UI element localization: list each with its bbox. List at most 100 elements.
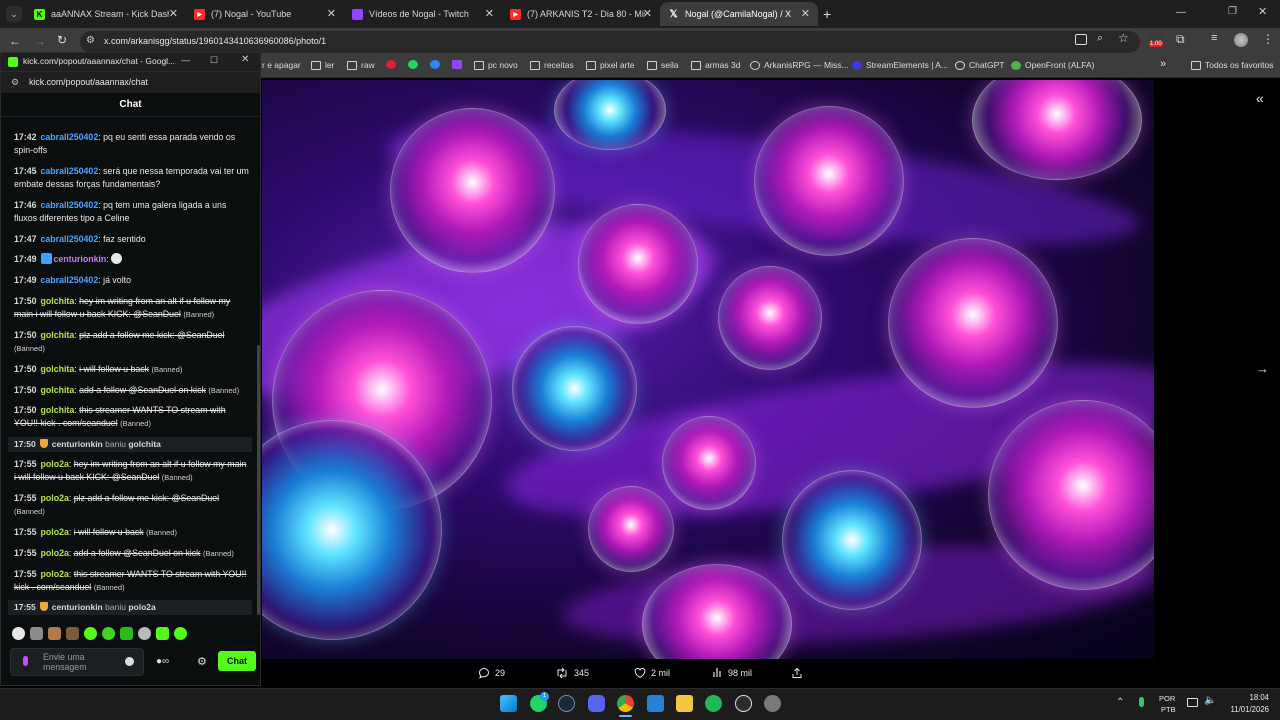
message-username[interactable]: golchita — [41, 405, 75, 415]
message-username[interactable]: centurionkin — [54, 254, 107, 264]
emoji-picker-icon[interactable] — [125, 657, 134, 666]
network-icon[interactable] — [1187, 698, 1198, 707]
chat-scrollbar[interactable] — [257, 345, 260, 615]
back-icon[interactable]: ← — [9, 34, 21, 48]
bookmark-messenger[interactable] — [430, 60, 444, 69]
popup-address-bar[interactable]: ⚙ kick.com/popout/aaannax/chat — [1, 71, 260, 93]
profile-avatar[interactable] — [1234, 33, 1248, 47]
new-tab-button[interactable]: + — [823, 6, 831, 22]
show-hidden-icons-icon[interactable]: ⌃ — [1116, 697, 1124, 708]
discord-icon[interactable] — [588, 695, 605, 712]
site-info-icon[interactable]: ⚙ — [11, 77, 19, 88]
microphone-tray-icon[interactable] — [1139, 697, 1144, 707]
tab-twitch-nogal[interactable]: Vídeos de Nogal - Twitch ✕ — [344, 2, 502, 26]
repost-button[interactable]: 345 — [555, 667, 589, 679]
site-info-icon[interactable]: ⚙ — [86, 35, 95, 46]
bookmark-red-circle[interactable] — [386, 60, 400, 69]
emote-icon[interactable] — [30, 627, 43, 640]
bookmark-openfront[interactable]: OpenFront (ALFA) — [1011, 60, 1094, 70]
zoom-icon[interactable]: ⌕ — [1097, 32, 1103, 45]
steam-icon[interactable] — [558, 695, 575, 712]
message-username[interactable]: golchita — [41, 385, 75, 395]
menu-icon[interactable]: ⋮ — [1262, 32, 1274, 46]
chat-message-input[interactable]: Envie uma mensagem — [10, 648, 144, 676]
bookmark-chatgpt[interactable]: ChatGPT — [955, 60, 1004, 70]
message-username[interactable]: cabrall250402 — [41, 132, 99, 142]
bookmark-arkanisrpg[interactable]: ArkanisRPG — Miss... — [750, 60, 849, 70]
file-explorer-icon[interactable] — [676, 695, 693, 712]
bookmark-ler[interactable]: ler — [311, 60, 334, 70]
extension-badge-icon[interactable]: 1.00 — [1148, 32, 1164, 48]
close-icon[interactable]: ✕ — [327, 7, 336, 20]
chat-users-icon[interactable]: ●∞ — [156, 656, 169, 667]
close-window-button[interactable]: ✕ — [1258, 5, 1267, 18]
bookmark-whatsapp[interactable] — [408, 60, 422, 69]
popup-maximize-button[interactable]: ☐ — [210, 55, 218, 66]
media-controls-icon[interactable]: ≡ — [1211, 32, 1217, 44]
emote-icon[interactable] — [48, 627, 61, 640]
message-username[interactable]: cabrall250402 — [41, 275, 99, 285]
start-menu-icon[interactable] — [500, 695, 517, 712]
obs-icon[interactable] — [735, 695, 752, 712]
chat-send-button[interactable]: Chat — [218, 651, 256, 671]
tab-youtube-nogal[interactable]: ▶ (7) Nogal - YouTube ✕ — [186, 2, 344, 26]
microphone-icon[interactable] — [23, 656, 28, 666]
emote-icon[interactable] — [12, 627, 25, 640]
clock-time[interactable]: 18:04 — [1221, 693, 1269, 702]
next-image-arrow-icon[interactable]: → — [1256, 361, 1269, 376]
reload-icon[interactable]: ↻ — [57, 33, 67, 47]
close-icon[interactable]: ✕ — [169, 7, 178, 20]
chat-settings-icon[interactable]: ⚙ — [197, 655, 207, 668]
message-username[interactable]: polo2a — [41, 569, 69, 579]
clock-date[interactable]: 11/01/2026 — [1221, 705, 1269, 714]
tab-x-nogal[interactable]: 𝕏 Nogal (@CamilaNogal) / X ✕ — [660, 2, 818, 26]
message-username[interactable]: golchita — [41, 296, 75, 306]
bookmark-pc-novo[interactable]: pc novo — [474, 60, 518, 70]
emote-icon[interactable] — [138, 627, 151, 640]
close-icon[interactable]: ✕ — [643, 7, 652, 20]
chrome-icon[interactable] — [617, 695, 634, 712]
bookmark-pixel-arte[interactable]: pixel arte — [586, 60, 635, 70]
emote-icon[interactable] — [102, 627, 115, 640]
message-username[interactable]: polo2a — [41, 527, 69, 537]
bookmark-streamelements[interactable]: StreamElements | A... — [852, 60, 948, 70]
popup-close-button[interactable]: ✕ — [241, 54, 249, 65]
more-bookmarks-button[interactable]: » — [1160, 58, 1166, 70]
volume-icon[interactable]: 🔈 — [1204, 695, 1216, 706]
spotify-icon[interactable] — [705, 695, 722, 712]
bookmark-twitch[interactable] — [452, 60, 466, 69]
emote-icon[interactable] — [84, 627, 97, 640]
message-username[interactable]: cabrall250402 — [41, 166, 99, 176]
minimize-button[interactable]: — — [1176, 7, 1186, 18]
tab-kick-dashboard[interactable]: K aaANNAX Stream - Kick Dashbo ✕ — [26, 2, 186, 26]
bookmark-armas-3d[interactable]: armas 3d — [691, 60, 740, 70]
emote-icon[interactable] — [174, 627, 187, 640]
install-app-icon[interactable] — [1075, 34, 1087, 45]
emote-icon[interactable] — [120, 627, 133, 640]
message-username[interactable]: cabrall250402 — [41, 234, 99, 244]
bookmark-seila[interactable]: seila — [647, 60, 678, 70]
close-icon[interactable]: ✕ — [485, 7, 494, 20]
maximize-button[interactable]: ❐ — [1228, 6, 1237, 17]
bookmark-receitas[interactable]: receitas — [530, 60, 574, 70]
share-button[interactable] — [791, 667, 808, 679]
message-username[interactable]: polo2a — [41, 459, 69, 469]
message-username[interactable]: polo2a — [41, 548, 69, 558]
bookmark-r-e-apagar[interactable]: r e apagar — [262, 60, 301, 70]
bookmark-raw[interactable]: raw — [347, 60, 375, 70]
forward-icon[interactable]: → — [34, 34, 46, 48]
popup-minimize-button[interactable]: — — [181, 55, 190, 65]
message-username[interactable]: cabrall250402 — [41, 200, 99, 210]
language-indicator-bottom[interactable]: PTB — [1161, 705, 1176, 714]
close-icon[interactable]: ✕ — [801, 7, 810, 20]
all-favorites-folder[interactable]: Todos os favoritos — [1191, 60, 1274, 70]
tab-search-button[interactable]: ⌄ — [6, 6, 22, 22]
extensions-icon[interactable]: ⧉ — [1176, 32, 1185, 47]
emote-icon[interactable] — [156, 627, 169, 640]
like-button[interactable]: 2 mil — [634, 667, 670, 679]
tab-youtube-arkanis[interactable]: ▶ (7) ARKANIS T2 - Dia 80 - Missi ✕ — [502, 2, 660, 26]
emote-icon[interactable] — [66, 627, 79, 640]
message-username[interactable]: golchita — [41, 364, 75, 374]
views-button[interactable]: 98 mil — [712, 667, 752, 678]
reply-button[interactable]: 29 — [478, 667, 505, 679]
